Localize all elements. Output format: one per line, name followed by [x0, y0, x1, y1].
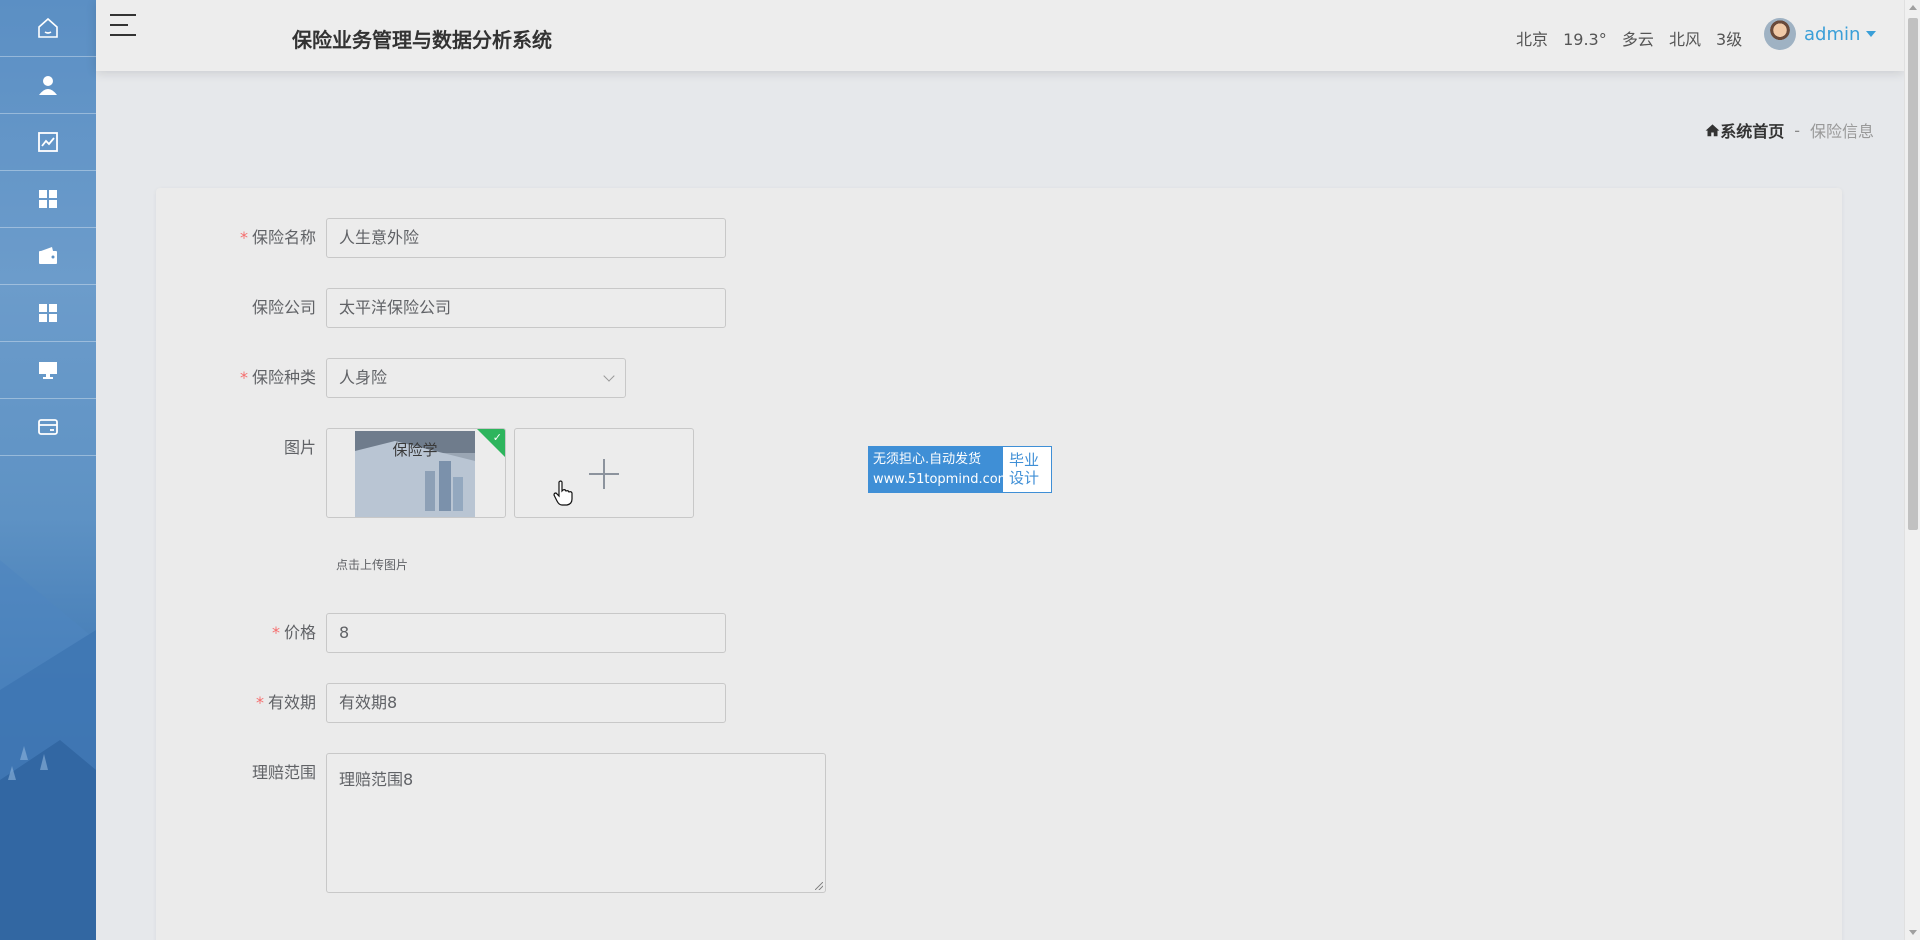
sidebar-mountain-decoration [0, 560, 96, 940]
avatar [1764, 18, 1796, 50]
company-input[interactable]: 太平洋保险公司 [326, 288, 726, 328]
caret-down-icon [1866, 31, 1877, 37]
check-icon: ✓ [492, 431, 502, 444]
validity-label: * 有效期 [255, 693, 316, 712]
name-input[interactable]: 人生意外险 [326, 218, 726, 258]
weather-level: 3级 [1716, 30, 1743, 49]
weather-info: 北京 19.3° 多云 北风 3级 [1516, 26, 1752, 50]
form-row-company: 保险公司 太平洋保险公司 [156, 288, 726, 328]
sidebar-item-grid[interactable] [0, 171, 96, 228]
scrollbar-thumb[interactable] [1908, 18, 1918, 530]
book-title: 保险学 [392, 441, 437, 459]
apps-icon [39, 304, 57, 322]
form-row-claims: 理赔范围 理赔范围8 [156, 753, 826, 893]
sidebar-item-card[interactable] [0, 399, 96, 456]
user-menu[interactable]: admin [1764, 18, 1877, 50]
upload-button[interactable] [514, 428, 694, 518]
uploaded-image[interactable]: 保险学 ✓ [326, 428, 506, 518]
form-row-name: * 保险名称 人生意外险 [156, 218, 726, 258]
price-input[interactable]: 8 [326, 613, 726, 653]
sidebar-item-home[interactable] [0, 0, 96, 57]
breadcrumb-home[interactable]: 系统首页 [1705, 118, 1784, 142]
form-row-category: * 保险种类 人身险 [156, 358, 626, 398]
sidebar-item-user[interactable] [0, 57, 96, 114]
category-select[interactable]: 人身险 [326, 358, 626, 398]
scroll-up-arrow-icon[interactable] [1909, 5, 1917, 10]
watermark-badge: 无须担心.自动发货 www.51topmind.com 毕业 设计 [868, 446, 1052, 493]
claims-label: 理赔范围 [251, 763, 316, 782]
weather-city: 北京 [1516, 30, 1549, 49]
badge-line1: 无须担心.自动发货 [873, 452, 982, 467]
company-label: 保险公司 [251, 298, 316, 317]
breadcrumb: 系统首页 - 保险信息 [1705, 118, 1874, 142]
required-mark: * [271, 623, 280, 642]
monitor-icon [39, 362, 57, 379]
image-label: 图片 [283, 438, 316, 457]
user-icon [39, 76, 57, 95]
breadcrumb-current: 保险信息 [1809, 122, 1874, 141]
badge-right2: 设计 [1009, 469, 1040, 487]
sidebar-item-monitor[interactable] [0, 342, 96, 399]
weather-wind: 北风 [1668, 30, 1701, 49]
page-scrollbar[interactable] [1904, 0, 1920, 940]
claims-textarea[interactable]: 理赔范围8 [326, 753, 826, 893]
badge-line2: www.51topmind.com [873, 472, 1011, 487]
plus-icon [589, 459, 619, 489]
category-label: * 保险种类 [239, 368, 316, 387]
sidebar-item-chart[interactable] [0, 114, 96, 171]
menu-toggle-icon[interactable] [110, 14, 136, 38]
sidebar-item-wallet[interactable] [0, 228, 96, 285]
user-name: admin [1804, 23, 1861, 45]
required-mark: * [255, 693, 264, 712]
scroll-down-arrow-icon[interactable] [1909, 930, 1917, 935]
form-row-price: * 价格 8 [156, 613, 726, 653]
resize-handle[interactable] [815, 882, 823, 890]
form-row-validity: * 有效期 有效期8 [156, 683, 726, 723]
upload-hint: 点击上传图片 [336, 558, 409, 572]
sidebar-item-apps[interactable] [0, 285, 96, 342]
sidebar [0, 0, 96, 940]
badge-left: 无须担心.自动发货 www.51topmind.com [869, 447, 1011, 492]
hand-cursor-icon [553, 480, 573, 506]
home-icon [1705, 124, 1720, 137]
chart-line-icon [38, 132, 58, 152]
top-header: 保险业务管理与数据分析系统 北京 19.3° 多云 北风 3级 admin [96, 0, 1904, 71]
grid-icon [39, 190, 57, 208]
name-label: * 保险名称 [239, 228, 316, 247]
required-mark: * [239, 228, 248, 247]
chevron-down-icon [603, 370, 615, 382]
upload-hint-row: 点击上传图片 [336, 556, 408, 573]
weather-temp: 19.3° [1563, 30, 1607, 49]
category-select-value: 人身险 [339, 368, 388, 387]
form-row-image: 图片 保险学 ✓ [156, 428, 694, 518]
home-icon [38, 17, 58, 38]
form-card: * 保险名称 人生意外险 保险公司 太平洋保险公司 * 保险种类 人身险 图片 保险… [156, 188, 1842, 940]
validity-input[interactable]: 有效期8 [326, 683, 726, 723]
badge-right: 毕业 设计 [1003, 447, 1051, 492]
wallet-icon [39, 247, 57, 264]
badge-right1: 毕业 [1009, 451, 1040, 469]
app-title: 保险业务管理与数据分析系统 [292, 28, 552, 52]
breadcrumb-separator: - [1794, 120, 1800, 140]
book-cover-thumbnail: 保险学 [355, 431, 475, 517]
claims-textarea-value: 理赔范围8 [339, 770, 414, 789]
weather-condition: 多云 [1621, 30, 1654, 49]
breadcrumb-home-label: 系统首页 [1720, 122, 1785, 141]
card-icon [38, 419, 58, 435]
price-label: * 价格 [271, 623, 316, 642]
required-mark: * [239, 368, 248, 387]
